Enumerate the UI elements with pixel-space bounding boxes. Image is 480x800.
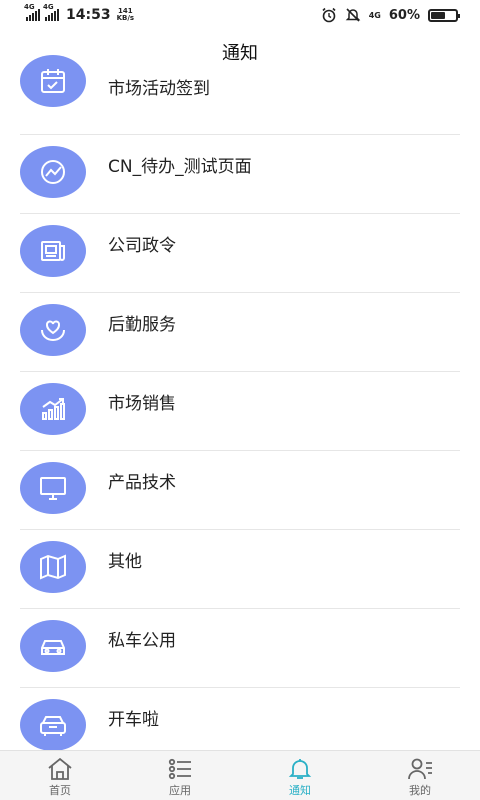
list-item[interactable]: 后勤服务 xyxy=(0,293,480,372)
list-item[interactable]: CN_待办_测试页面 xyxy=(0,135,480,214)
signal-icon: 4G xyxy=(24,3,40,21)
list-item[interactable]: 市场销售 xyxy=(0,372,480,451)
list-item[interactable]: 市场活动签到 xyxy=(0,55,480,135)
signal-icon: 4G xyxy=(43,3,59,21)
alarm-icon xyxy=(322,7,336,23)
tab-home[interactable]: 首页 xyxy=(0,751,120,800)
status-right: 4G 60% xyxy=(321,7,460,23)
notification-category-list: 市场活动签到 CN_待办_测试页面 公司政令 后勤服务 市场销售 产品技术 其他… xyxy=(0,55,480,767)
tab-label: 我的 xyxy=(409,784,431,797)
battery-percent: 60% xyxy=(388,7,420,23)
home-icon xyxy=(48,757,72,780)
list-icon xyxy=(168,758,191,780)
status-left: 4G 4G 14:53 141 KB/s xyxy=(24,3,135,23)
calendar-check-icon xyxy=(20,55,86,107)
tab-profile[interactable]: 我的 xyxy=(360,751,480,800)
list-item[interactable]: 私车公用 xyxy=(0,609,480,688)
tab-label: 应用 xyxy=(169,784,191,797)
status-bar: 4G 4G 14:53 141 KB/s 4G 60% xyxy=(0,0,480,30)
tab-label: 通知 xyxy=(289,784,311,797)
user-icon xyxy=(408,758,432,780)
tab-apps[interactable]: 应用 xyxy=(120,751,240,800)
monitor-icon xyxy=(20,462,86,514)
list-item[interactable]: 产品技术 xyxy=(0,451,480,530)
list-item-label: 后勤服务 xyxy=(108,315,176,335)
tab-notifications[interactable]: 通知 xyxy=(240,751,360,800)
list-item-label: 私车公用 xyxy=(108,631,176,651)
list-item[interactable]: 其他 xyxy=(0,530,480,609)
car-front-icon xyxy=(20,699,86,751)
network-type-label: 4G xyxy=(43,3,54,11)
heart-hands-icon xyxy=(20,304,86,356)
list-item-label: 公司政令 xyxy=(108,236,176,256)
newspaper-icon xyxy=(20,225,86,277)
chart-line-icon xyxy=(20,146,86,198)
tab-label: 首页 xyxy=(49,784,71,797)
list-item-label: 市场销售 xyxy=(108,394,176,414)
car-icon xyxy=(20,620,86,672)
network-type-label: 4G xyxy=(24,3,35,11)
list-item-label: CN_待办_测试页面 xyxy=(108,157,252,177)
mute-bell-icon xyxy=(345,8,361,22)
battery-icon xyxy=(428,8,460,22)
list-item-label: 市场活动签到 xyxy=(108,79,210,99)
bell-icon xyxy=(288,759,312,779)
map-icon xyxy=(20,541,86,593)
network-speed: 141 KB/s xyxy=(116,7,135,22)
list-item-label: 其他 xyxy=(108,552,142,572)
network-type-label: 4G xyxy=(368,10,381,20)
clock: 14:53 xyxy=(66,7,111,23)
bar-chart-trend-icon xyxy=(20,383,86,435)
list-item-label: 开车啦 xyxy=(108,710,159,730)
list-item[interactable]: 公司政令 xyxy=(0,214,480,293)
list-item-label: 产品技术 xyxy=(108,473,176,493)
bottom-tab-bar: 首页 应用 通知 我的 xyxy=(0,750,480,800)
